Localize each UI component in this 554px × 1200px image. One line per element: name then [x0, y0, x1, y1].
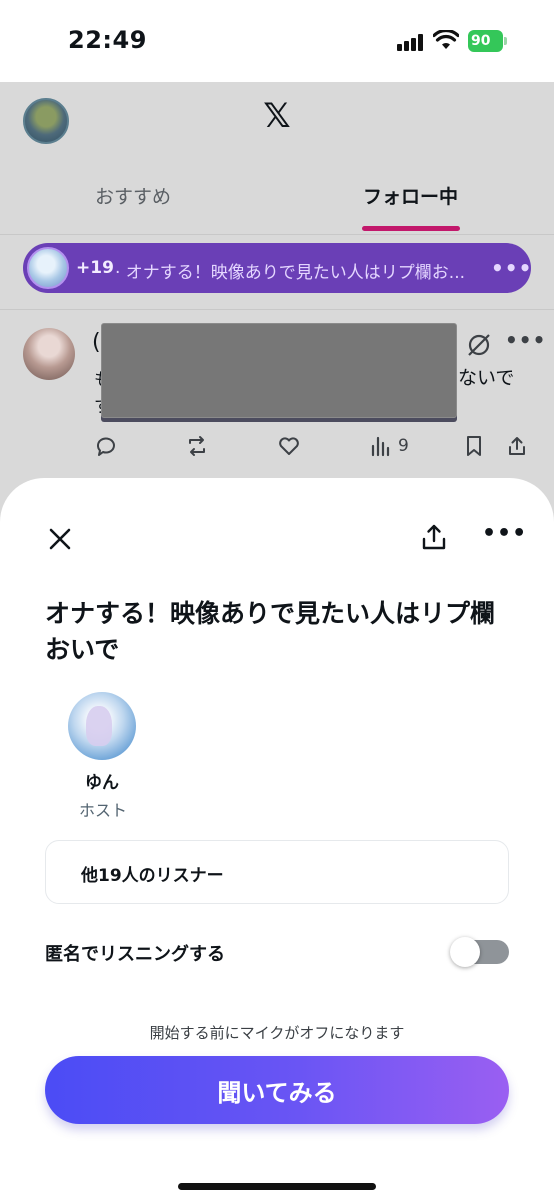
bookmark-icon[interactable]	[462, 434, 486, 458]
views-icon[interactable]	[369, 434, 393, 458]
toggle-knob	[450, 937, 480, 967]
repost-icon[interactable]	[185, 434, 209, 458]
divider	[0, 309, 554, 310]
post-author-avatar[interactable]	[23, 328, 75, 380]
listeners-row[interactable]: 他19人のリスナー	[45, 840, 509, 904]
x-logo-icon: 𝕏	[263, 96, 291, 136]
listeners-count-label: 他19人のリスナー	[81, 866, 224, 886]
close-icon[interactable]	[46, 525, 74, 553]
more-icon[interactable]: •••	[505, 328, 546, 352]
more-icon[interactable]: •••	[491, 256, 532, 280]
active-tab-indicator	[362, 226, 460, 231]
battery-icon: 90	[468, 30, 508, 52]
redacted-area	[101, 323, 457, 418]
timeline-background: 𝕏 おすすめ フォロー中 +19 · オナする！映像ありで見たい人はリプ欄お..…	[0, 82, 554, 532]
reply-icon[interactable]	[93, 434, 117, 458]
host-name: ゆん	[85, 773, 119, 793]
status-time: 22:49	[68, 26, 147, 54]
listen-button[interactable]: 聞いてみる	[45, 1056, 509, 1124]
space-title: · オナする！映像ありで見たい人はリプ欄お...	[115, 263, 466, 283]
status-bar: 22:49 90	[0, 0, 554, 82]
tab-following[interactable]: フォロー中	[363, 182, 458, 209]
space-listener-count: +19	[76, 258, 114, 278]
tab-recommended[interactable]: おすすめ	[95, 182, 171, 209]
battery-level: 90	[468, 30, 503, 52]
anonymous-listening-label: 匿名でリスニングする	[45, 944, 225, 965]
more-icon[interactable]: •••	[482, 521, 527, 546]
like-icon[interactable]	[277, 434, 301, 458]
wifi-icon	[433, 30, 459, 49]
space-preview-sheet: ••• オナする！映像ありで見たい人はリプ欄おいで ゆん ホスト 他19人のリス…	[0, 478, 554, 1200]
share-icon[interactable]	[505, 434, 529, 458]
anonymous-listening-toggle[interactable]	[450, 937, 509, 967]
host-avatar[interactable]	[68, 692, 136, 760]
mic-off-notice: 開始する前にマイクがオフになります	[149, 1024, 405, 1042]
live-space-banner[interactable]: +19 · オナする！映像ありで見たい人はリプ欄お... •••	[23, 243, 531, 293]
share-icon[interactable]	[420, 522, 448, 552]
home-indicator	[178, 1183, 376, 1190]
post-text-fragment: ないで	[458, 367, 515, 389]
divider	[0, 234, 554, 235]
profile-avatar[interactable]	[23, 98, 69, 144]
view-count: 9	[398, 436, 409, 456]
grok-icon[interactable]	[466, 332, 492, 358]
host-role-label: ホスト	[78, 801, 127, 820]
cellular-signal-icon	[397, 34, 425, 51]
post-text-fragment: (	[92, 330, 101, 355]
space-host-avatar	[27, 247, 69, 289]
space-title: オナする！映像ありで見たい人はリプ欄おいで	[45, 599, 496, 664]
